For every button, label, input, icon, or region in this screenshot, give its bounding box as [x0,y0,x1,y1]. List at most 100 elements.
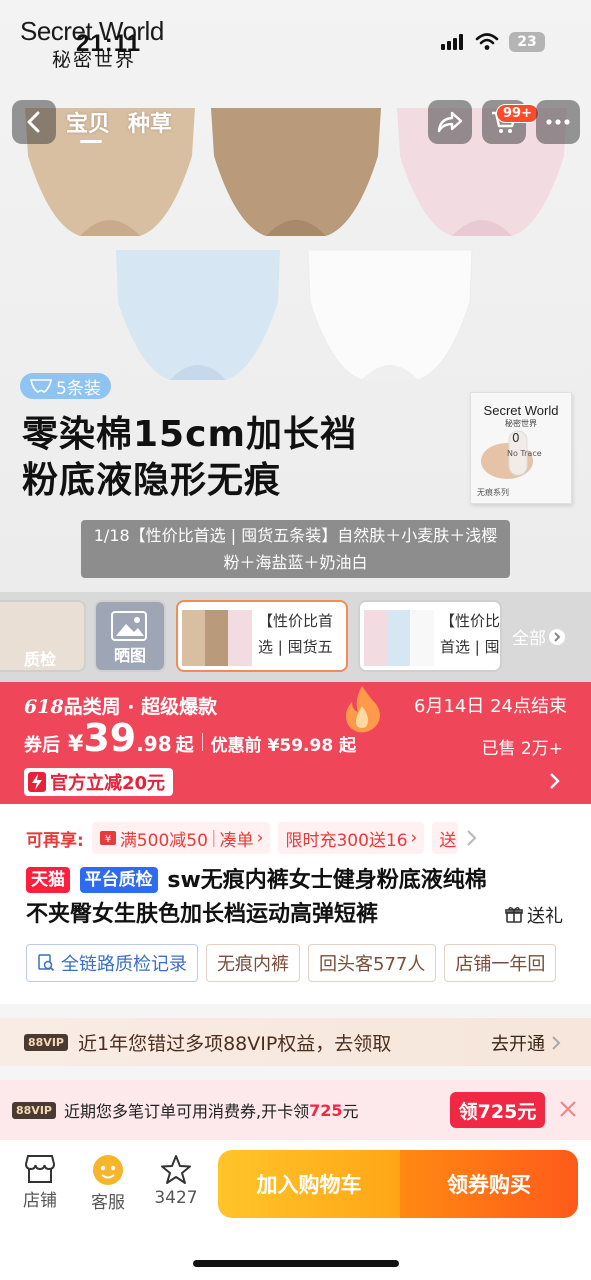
gift-button[interactable]: 送礼 [505,902,563,928]
store-icon [24,1155,56,1183]
price-banner[interactable]: 618品类周 · 超级爆款 6月14日 24点结束 券后 ¥ 39 .98 起 … [0,682,591,804]
view-all-button[interactable]: 全部 [512,624,565,649]
coupon-recharge[interactable]: 限时充300送16 › [278,822,425,854]
thumb-label: 晒图 [113,646,146,665]
tab-active-indicator [80,140,102,143]
service-label: 客服 [91,1193,125,1213]
bottom-action-bar: 店铺 客服 3427 加入购物车 领券购买 [0,1140,591,1280]
hero-title: 零染棉15cm加长裆 粉底液隐形无痕 [22,412,357,504]
event-end-time: 6月14日 24点结束 [414,696,567,717]
thumb-quality-check[interactable]: 质检 [0,600,86,672]
back-button[interactable] [12,100,56,144]
promo-card-series: 无痕系列 [477,488,509,497]
svg-text:¥: ¥ [105,834,111,845]
chevron-right-icon[interactable] [466,829,478,847]
coupon-row[interactable]: 可再享: ¥ 满500减50 | 凑单 › 限时充300送16 › 送 [26,822,478,854]
coupon-label: 送 [439,830,457,851]
coupon-action: 凑单 [219,830,254,851]
close-icon[interactable] [558,1099,578,1119]
vip-cta-label: 去开通 [491,1034,545,1055]
discount-label: 官方立减20元 [50,773,166,794]
image-icon [111,611,147,641]
thumb-label: 【性价比首选 | 囤货 [440,612,501,656]
vip-chip: 88VIP [12,1101,56,1119]
tab-grass[interactable]: 种草 [128,106,172,138]
report-search-icon [38,954,55,972]
product-info: 可再享: ¥ 满500减50 | 凑单 › 限时充300送16 › 送 天猫 平… [0,804,591,1004]
wifi-icon [475,33,499,50]
battery-indicator: 23 [509,32,545,52]
claim-coupon-button[interactable]: 领725元 [450,1092,545,1128]
share-button[interactable] [428,100,472,144]
vip-chip: 88VIP [24,1033,68,1051]
thumb-variant-1[interactable]: 【性价比首选 | 囤货五 [176,600,348,672]
chevron-right-icon [549,628,565,645]
event-618: 618 [24,696,64,718]
underwear-icon [30,379,52,393]
feature-tag-label: 店铺一年回 [455,954,546,975]
product-title: 天猫 平台质检 sw无痕内裤女士健身粉底液纯棉不夹臀女生肤色加长档运动高弹短裤 [26,864,506,932]
coupon-label: 限时充300送16 [285,830,408,851]
vip-text: 近1年您错过多项88VIP权益，去领取 [77,1032,392,1055]
event-name-text: 品类周 · 超级爆款 [63,696,218,718]
original-price: 优惠前 ¥59.98 起 [210,736,357,756]
currency-symbol: ¥ [68,732,84,757]
promo-card-product: No Trace [507,449,542,458]
promo-sachet-image: Secret World 秘密世界 0 No Trace 无痕系列 [470,392,572,504]
hero-title-line1: 零染棉15cm加长裆 [22,414,357,455]
tab-item[interactable]: 宝贝 [66,106,110,138]
chevron-right-icon[interactable] [549,772,561,790]
feature-tag-qc[interactable]: 全链路质检记录 [26,944,198,982]
status-time: 21:11 [76,30,142,57]
feature-tags[interactable]: 全链路质检记录 无痕内裤 回头客577人 店铺一年回 [26,944,566,982]
feature-tag[interactable]: 无痕内裤 [206,944,300,982]
feature-tag[interactable]: 回头客577人 [308,944,437,982]
star-icon [161,1155,191,1184]
lightning-icon [28,772,46,792]
signal-icon [441,34,463,50]
share-icon [437,111,463,133]
coupon-full-reduction[interactable]: ¥ 满500减50 | 凑单 › [91,822,271,854]
thumb-label: 【性价比首选 | 囤货五 [258,612,334,656]
status-icons: 23 [441,32,545,52]
product-image-white [300,250,480,382]
product-image-blue [108,250,288,382]
thumb-label: 质检 [23,650,56,669]
chevron-right-icon: › [256,828,264,848]
image-description: 1/18【性价比首选 | 囤货五条装】自然肤＋小麦肤＋浅樱粉＋海盐蓝＋奶油白 [81,520,510,578]
notice-text-suffix: 元 [342,1102,359,1121]
view-all-label: 全部 [512,629,546,649]
thumb-variant-image [364,610,434,666]
product-gallery[interactable]: Secret World 秘密世界 21:11 23 宝贝 种草 99+ 5条装… [0,0,591,592]
feature-tag[interactable]: 店铺一年回 [444,944,557,982]
home-indicator [193,1260,399,1267]
pack-badge: 5条装 [20,373,111,399]
add-to-cart-button[interactable]: 加入购物车 [218,1150,400,1218]
customer-service-button[interactable]: 客服 [78,1154,138,1213]
gift-label: 送礼 [527,906,563,927]
thumb-variant-2[interactable]: 【性价比首选 | 囤货 [358,600,502,672]
favorites-count: 3427 [154,1188,198,1208]
store-button[interactable]: 店铺 [10,1154,70,1211]
gift-icon [505,907,523,923]
vip-open-button[interactable]: 去开通 [491,1030,561,1056]
price-line: 券后 ¥ 39 .98 起 优惠前 ¥59.98 起 [24,716,356,760]
official-discount-tag[interactable]: 官方立减20元 [24,768,174,796]
more-button[interactable] [536,100,580,144]
price-decimal: .98 [136,732,172,756]
section-divider [0,1004,591,1018]
chevron-right-icon: › [410,828,418,848]
tmall-tag: 天猫 [26,867,70,893]
buy-now-button[interactable]: 领券购买 [400,1150,578,1218]
thumb-variant-image [182,610,252,666]
favorite-button[interactable]: 3427 [146,1154,206,1208]
coupon-icon: ¥ [99,831,116,845]
promo-card-badge: 0 [512,431,520,445]
nav-tabs: 宝贝 种草 [66,106,172,138]
feature-tag-label: 全链路质检记录 [61,954,187,975]
coupon-divider: | [210,828,217,848]
thumbnail-strip[interactable]: 质检 晒图 【性价比首选 | 囤货五 【性价比首选 | 囤货 [0,592,591,682]
back-arrow-icon [27,111,40,133]
coupon-gift[interactable]: 送 [432,822,459,854]
thumb-photos[interactable]: 晒图 [94,600,166,672]
